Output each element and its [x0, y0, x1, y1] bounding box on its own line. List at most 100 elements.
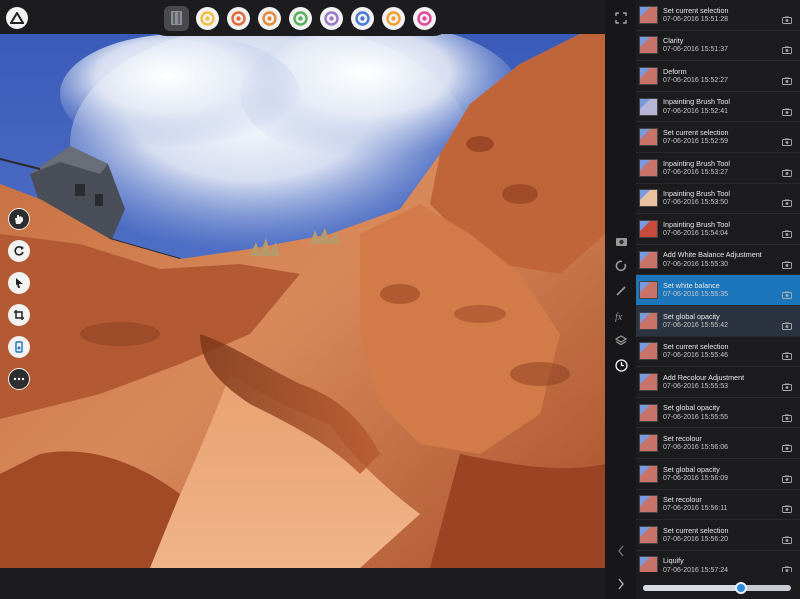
history-item-name: Deform [663, 66, 687, 76]
history-thumbnail [639, 158, 658, 177]
snapshot-icon[interactable] [782, 317, 792, 330]
history-item[interactable]: Set current selection 07-06-2016 15:51:28 [636, 0, 800, 31]
document-canvas[interactable] [0, 34, 605, 568]
left-toolbar [8, 208, 30, 400]
history-slider-knob[interactable] [734, 582, 747, 594]
history-item-time: 07-06-2016 15:55:30 [663, 260, 728, 268]
history-item[interactable]: Clarity 07-06-2016 15:51:37 [636, 31, 800, 62]
history-item-text: Set current selection 07-06-2016 15:56:20 [663, 527, 782, 543]
history-thumbnail [639, 189, 658, 208]
pan-hand-icon[interactable] [8, 208, 30, 230]
snapshot-icon[interactable] [782, 103, 792, 116]
history-thumbnail [639, 128, 658, 147]
history-item-name: Set global opacity [663, 464, 720, 474]
history-item-name: Set global opacity [663, 403, 720, 413]
history-item-name: Set current selection [663, 128, 729, 138]
collapse-chevron-icon[interactable] [613, 543, 629, 559]
snapshot-icon[interactable] [782, 500, 792, 514]
history-item[interactable]: Set global opacity 07-06-2016 15:55:55 [636, 398, 800, 429]
history-item-time: 07-06-2016 15:52:27 [663, 77, 728, 85]
history-item[interactable]: Inpainting Brush Tool 07-06-2016 15:53:27 [636, 153, 800, 184]
history-item-time: 07-06-2016 15:51:28 [663, 15, 728, 23]
history-item[interactable]: Set current selection 07-06-2016 15:55:46 [636, 337, 800, 368]
history-item[interactable]: Set recolour 07-06-2016 15:56:11 [636, 490, 800, 521]
develop-persona-icon[interactable] [226, 6, 251, 31]
history-item-time: 07-06-2016 15:56:11 [663, 505, 728, 513]
history-item[interactable]: Set current selection 07-06-2016 15:56:20 [636, 520, 800, 551]
snapshot-icon[interactable] [782, 164, 792, 177]
color-wheel-icon[interactable] [319, 6, 344, 31]
brush-icon[interactable] [613, 283, 629, 299]
snapshot-icon[interactable] [782, 194, 792, 208]
history-thumbnail [639, 36, 658, 55]
history-thumbnail [639, 97, 658, 116]
snapshot-icon[interactable] [782, 470, 792, 483]
liquify-persona-icon[interactable] [195, 6, 220, 31]
history-thumbnail [639, 372, 658, 391]
snapshot-icon[interactable] [782, 11, 792, 24]
crop-icon[interactable] [8, 304, 30, 326]
snapshot-icon[interactable] [782, 347, 792, 361]
history-item[interactable]: Liquify 07-06-2016 15:57:24 [636, 551, 800, 572]
more-tools-icon[interactable] [8, 368, 30, 390]
history-item-time: 07-06-2016 15:55:42 [663, 321, 728, 329]
expand-chevron-icon[interactable] [613, 576, 629, 592]
history-item-text: Inpainting Brush Tool 07-06-2016 15:53:27 [663, 159, 782, 175]
camera-icon[interactable] [613, 233, 629, 249]
snapshot-icon[interactable] [782, 378, 792, 391]
photo-persona-icon[interactable] [163, 5, 189, 31]
layers-icon[interactable] [613, 333, 629, 349]
snapshot-icon[interactable] [782, 561, 792, 572]
history-item-time: 07-06-2016 15:55:53 [663, 383, 728, 391]
history-item[interactable]: Set current selection 07-06-2016 15:52:59 [636, 122, 800, 153]
history-item[interactable]: Inpainting Brush Tool 07-06-2016 15:52:41 [636, 92, 800, 123]
snapshot-icon[interactable] [782, 133, 792, 147]
history-item-text: Deform 07-06-2016 15:52:27 [663, 68, 782, 84]
svg-text:fx: fx [615, 312, 623, 322]
history-thumbnail [639, 525, 658, 544]
app-window: fx Set current selection 07-06-2016 15:51… [0, 0, 800, 599]
history-item[interactable]: Set white balance 07-06-2016 15:55:35 [636, 275, 800, 306]
export-persona-icon[interactable] [288, 6, 313, 31]
history-item-text: Set recolour 07-06-2016 15:56:11 [663, 496, 782, 512]
affinity-logo-icon[interactable] [6, 7, 28, 29]
fx-icon[interactable]: fx [613, 308, 629, 324]
history-item[interactable]: Add White Balance Adjustment 07-06-2016 1… [636, 245, 800, 276]
selection-brush-icon[interactable] [8, 336, 30, 358]
color-picker-icon[interactable] [350, 6, 375, 31]
flower-icon[interactable] [412, 6, 437, 31]
snapshot-icon[interactable] [782, 256, 792, 269]
history-slider-fill [643, 585, 741, 591]
snapshot-icon[interactable] [782, 72, 792, 85]
history-item-time: 07-06-2016 15:52:41 [663, 107, 728, 115]
history-item-name: Set current selection [663, 5, 729, 15]
history-item[interactable]: Deform 07-06-2016 15:52:27 [636, 61, 800, 92]
history-item-name: Add White Balance Adjustment [663, 250, 762, 260]
history-item[interactable]: Set global opacity 07-06-2016 15:55:42 [636, 305, 800, 337]
history-item-name: Clarity [663, 36, 684, 46]
history-clock-icon[interactable] [613, 357, 629, 373]
history-slider-track[interactable] [643, 582, 791, 594]
tone-mapping-persona-icon[interactable] [257, 6, 282, 31]
history-item-text: Inpainting Brush Tool 07-06-2016 15:54:04 [663, 221, 782, 237]
history-item[interactable]: Inpainting Brush Tool 07-06-2016 15:54:04 [636, 214, 800, 245]
snapshot-icon[interactable] [782, 225, 792, 238]
history-item-text: Add White Balance Adjustment 07-06-2016 1… [663, 251, 782, 267]
move-pointer-icon[interactable] [8, 272, 30, 294]
snapshot-icon[interactable] [782, 409, 792, 422]
top-toolbar [0, 0, 605, 36]
history-item[interactable]: Add Recolour Adjustment 07-06-2016 15:55:… [636, 367, 800, 398]
history-item-name: Set current selection [663, 525, 729, 535]
history-item-text: Inpainting Brush Tool 07-06-2016 15:53:50 [663, 190, 782, 206]
target-icon[interactable] [381, 6, 406, 31]
adjustments-icon[interactable] [613, 258, 629, 274]
snapshot-icon[interactable] [782, 41, 792, 55]
fullscreen-icon[interactable] [613, 10, 629, 26]
snapshot-icon[interactable] [782, 439, 792, 453]
snapshot-icon[interactable] [782, 286, 792, 300]
history-item[interactable]: Set global opacity 07-06-2016 15:56:09 [636, 459, 800, 490]
snapshot-icon[interactable] [782, 531, 792, 544]
history-item[interactable]: Inpainting Brush Tool 07-06-2016 15:53:50 [636, 184, 800, 215]
rotate-icon[interactable] [8, 240, 30, 262]
history-item[interactable]: Set recolour 07-06-2016 15:56:06 [636, 428, 800, 459]
